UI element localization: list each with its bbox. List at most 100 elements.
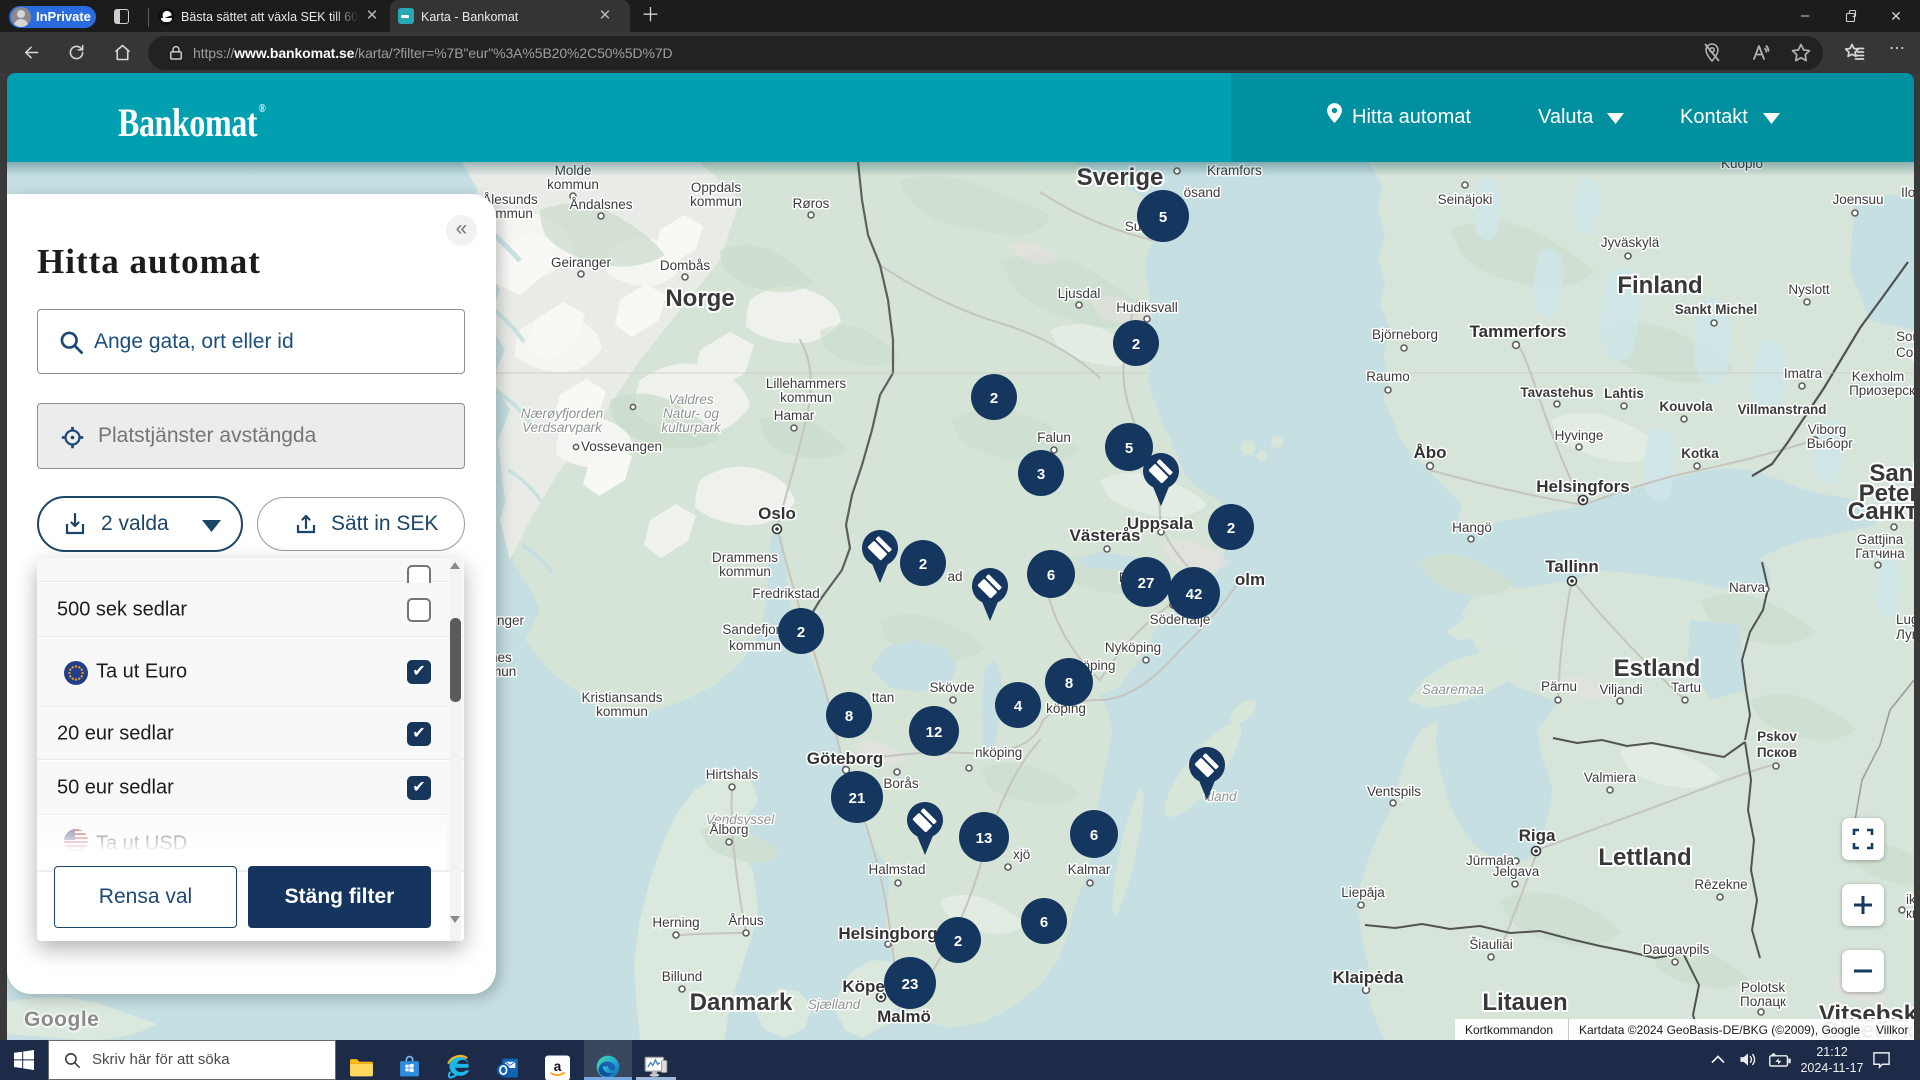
svg-text:27: 27 [1138,575,1155,592]
svg-text:Helsingfors: Helsingfors [1536,477,1630,496]
svg-text:Helsingborg: Helsingborg [838,924,937,943]
svg-text:Ilo: Ilo [1901,185,1914,200]
svg-text:nköping: nköping [975,745,1022,760]
svg-text:Ljusdal: Ljusdal [1058,286,1101,301]
svg-text:12: 12 [926,724,943,741]
svg-text:Valmiera: Valmiera [1584,770,1637,785]
svg-text:Klaipėda: Klaipėda [1333,968,1404,987]
svg-text:Riga: Riga [1519,826,1556,845]
svg-text:ttan: ttan [872,690,895,705]
svg-text:Šiauliai: Šiauliai [1469,937,1513,952]
svg-text:Røros: Røros [793,196,830,211]
svg-text:ikije: ikije [1906,892,1914,907]
svg-text:4: 4 [1014,698,1023,715]
svg-text:8: 8 [845,708,853,725]
svg-text:Tallinn: Tallinn [1545,557,1599,576]
svg-text:Tavastehus: Tavastehus [1520,385,1593,400]
svg-text:Hangö: Hangö [1452,520,1492,535]
svg-text:Jelgava: Jelgava [1493,864,1540,879]
svg-text:6: 6 [1090,827,1098,844]
svg-text:kommun: kommun [780,390,832,405]
svg-text:Halmstad: Halmstad [868,862,925,877]
svg-text:Rēzekne: Rēzekne [1694,877,1747,892]
svg-text:ösand: ösand [1184,185,1221,200]
svg-text:ad: ad [947,569,962,584]
svg-text:Luga: Luga [1896,612,1914,627]
svg-text:Lahtis: Lahtis [1604,386,1644,401]
svg-text:Dombås: Dombås [660,258,711,273]
svg-text:Danmark: Danmark [690,989,793,1016]
svg-text:2: 2 [990,390,998,407]
svg-text:Tartu: Tartu [1671,680,1701,695]
svg-text:Åbo: Åbo [1413,443,1446,462]
svg-text:Saaremaa: Saaremaa [1422,682,1485,697]
svg-text:Pskov: Pskov [1757,729,1797,744]
svg-text:Ventspils: Ventspils [1367,784,1421,799]
svg-text:Санкт-Пете: Санкт-Пете [1848,498,1914,525]
svg-text:kulturpark: kulturpark [661,420,722,435]
svg-text:42: 42 [1186,586,1203,603]
svg-text:Vossevangen: Vossevangen [581,439,662,454]
svg-text:Hamar: Hamar [774,408,815,423]
svg-text:Åndalsnes: Åndalsnes [569,197,632,212]
svg-text:Gattjina: Gattjina [1857,532,1904,547]
svg-text:a: a [554,1059,562,1074]
svg-text:Norge: Norge [665,285,734,312]
svg-text:6: 6 [1047,567,1055,584]
svg-text:Raumo: Raumo [1366,369,1410,384]
svg-text:Fredrikstad: Fredrikstad [752,586,820,601]
svg-text:Приозерск: Приозерск [1849,383,1914,398]
svg-text:Liepāja: Liepāja [1341,885,1385,900]
svg-text:Björneborg: Björneborg [1372,327,1438,342]
svg-text:Göteborg: Göteborg [807,749,884,768]
svg-text:Västerås: Västerås [1070,526,1141,545]
svg-text:Natur- og: Natur- og [663,406,720,421]
svg-text:Kristiansands: Kristiansands [581,690,662,705]
svg-text:Выборг: Выборг [1807,436,1853,451]
svg-text:Tammerfors: Tammerfors [1470,322,1567,341]
svg-text:Jyväskylä: Jyväskylä [1601,235,1660,250]
svg-text:Copta: Copta [1896,345,1914,360]
svg-text:Псков: Псков [1757,745,1797,760]
svg-text:Nyslott: Nyslott [1788,282,1830,297]
svg-text:8: 8 [1065,675,1073,692]
svg-text:Nærøyfjorden: Nærøyfjorden [521,406,604,421]
svg-text:Луга: Луга [1896,627,1914,642]
svg-text:Viljandi: Viljandi [1599,682,1642,697]
svg-text:Sankt Michel: Sankt Michel [1675,302,1758,317]
svg-text:23: 23 [902,976,919,993]
svg-text:Viborg: Viborg [1808,422,1847,437]
svg-text:kommun: kommun [596,704,648,719]
svg-text:Lettland: Lettland [1598,844,1691,871]
svg-text:5: 5 [1159,209,1167,226]
svg-text:Borås: Borås [883,776,919,791]
svg-text:Pärnu: Pärnu [1541,679,1577,694]
svg-text:Полацк: Полацк [1740,994,1786,1009]
svg-text:Verdsarvpark: Verdsarvpark [522,420,603,435]
svg-text:Århus: Århus [728,913,764,928]
svg-text:2: 2 [954,933,962,950]
svg-text:Kotka: Kotka [1681,446,1719,461]
svg-text:Kouvola: Kouvola [1659,399,1713,414]
svg-text:tland: tland [1207,789,1237,804]
svg-text:Nyköping: Nyköping [1105,640,1161,655]
svg-text:Litauen: Litauen [1482,989,1567,1016]
svg-text:olm: olm [1235,570,1265,589]
svg-text:xjö: xjö [1013,847,1030,862]
svg-text:kommun: kommun [719,564,771,579]
svg-text:Sorda: Sorda [1896,329,1914,344]
svg-text:Ålborg: Ålborg [709,822,748,837]
svg-text:2: 2 [797,624,805,641]
svg-text:Hudiksvall: Hudiksvall [1116,300,1178,315]
svg-text:Billund: Billund [662,969,703,984]
svg-text:Falun: Falun [1037,430,1071,445]
svg-text:Villmanstrand: Villmanstrand [1737,402,1826,417]
svg-text:Seinäjoki: Seinäjoki [1438,192,1493,207]
svg-text:nger: nger [497,613,525,628]
svg-text:21: 21 [849,790,866,807]
svg-text:Sjælland: Sjælland [808,997,861,1012]
svg-text:Lillehammers: Lillehammers [766,376,847,391]
svg-text:3: 3 [1037,466,1045,483]
svg-text:Sandefjord: Sandefjord [722,622,787,637]
svg-text:kommun: kommun [729,638,781,653]
